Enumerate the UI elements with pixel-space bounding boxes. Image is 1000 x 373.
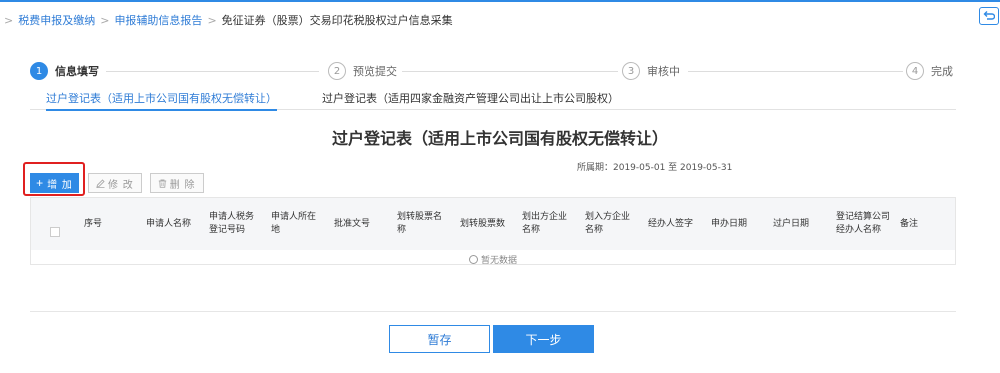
page-title: 过户登记表（适用上市公司国有股权无偿转让） — [331, 129, 668, 148]
breadcrumb: > 税费申报及缴纳 > 申报辅助信息报告 > 免征证券（股票）交易印花税股权过户… — [4, 12, 453, 28]
trash-icon — [158, 179, 166, 188]
step-number: 2 — [328, 62, 346, 80]
step-connector — [402, 71, 618, 72]
breadcrumb-separator: > — [4, 13, 14, 27]
table-header: 序号 申请人名称 申请人税务登记号码 申请人所在地 批准文号 划转股票名称 划转… — [31, 198, 955, 250]
back-button[interactable] — [979, 7, 999, 25]
empty-state: 暂无数据 — [31, 253, 955, 266]
column-header: 申请人所在地 — [271, 212, 317, 235]
progress-steps: 1 信息填写 2 预览提交 3 审核中 4 完成 — [30, 62, 954, 82]
step-number: 3 — [622, 62, 640, 80]
delete-button-label: 删 除 — [169, 179, 196, 191]
tab-state-owned-transfer[interactable]: 过户登记表（适用上市公司国有股权无偿转让） — [46, 90, 277, 111]
column-header: 申请人名称 — [146, 218, 192, 229]
empty-text: 暂无数据 — [480, 256, 517, 266]
top-accent-bar — [0, 0, 1000, 2]
plus-icon: + — [36, 176, 45, 190]
breadcrumb-separator: > — [207, 13, 217, 27]
column-header: 登记结算公司经办人名称 — [836, 212, 891, 235]
delete-button[interactable]: 删 除 — [149, 173, 204, 193]
column-header: 过户日期 — [773, 218, 810, 229]
step-number: 1 — [30, 62, 48, 80]
table-toolbar: + 增 加 修 改 删 除 — [30, 173, 204, 193]
step-label: 审核中 — [647, 65, 680, 78]
step-number: 4 — [906, 62, 924, 80]
step-label: 预览提交 — [353, 65, 397, 78]
step-complete: 4 完成 — [906, 62, 953, 80]
column-header: 划转股票名称 — [397, 212, 443, 235]
empty-face-icon — [468, 255, 478, 264]
form-tabs: 过户登记表（适用上市公司国有股权无偿转让） 过户登记表（适用四家金融资产管理公司… — [30, 90, 956, 111]
step-preview-submit: 2 预览提交 — [328, 62, 397, 80]
column-header: 划入方企业名称 — [585, 212, 631, 235]
pencil-icon — [96, 178, 105, 188]
tab-asset-management-transfer[interactable]: 过户登记表（适用四家金融资产管理公司出让上市公司股权） — [322, 90, 619, 110]
step-label: 完成 — [931, 65, 953, 78]
period-label: 所属期：2019-05-01 至 2019-05-31 — [577, 163, 733, 173]
footer-divider — [30, 311, 956, 312]
column-header: 备注 — [900, 218, 919, 229]
step-fill-info: 1 信息填写 — [30, 62, 99, 80]
step-label: 信息填写 — [55, 65, 99, 78]
column-header: 经办人签字 — [648, 218, 694, 229]
breadcrumb-current: 免征证券（股票）交易印花税股权过户信息采集 — [221, 14, 453, 27]
step-under-review: 3 审核中 — [622, 62, 680, 80]
breadcrumb-item-auxiliary-report[interactable]: 申报辅助信息报告 — [114, 12, 202, 28]
next-step-button[interactable]: 下一步 — [493, 325, 594, 353]
save-draft-button[interactable]: 暂存 — [389, 325, 490, 353]
column-header: 申办日期 — [711, 218, 748, 229]
edit-button-label: 修 改 — [108, 179, 134, 191]
edit-button[interactable]: 修 改 — [88, 173, 142, 193]
add-button-label: 增 加 — [47, 179, 73, 191]
breadcrumb-item-tax-filing[interactable]: 税费申报及缴纳 — [18, 12, 95, 28]
select-all-checkbox[interactable] — [50, 227, 60, 237]
registration-table: 序号 申请人名称 申请人税务登记号码 申请人所在地 批准文号 划转股票名称 划转… — [30, 197, 956, 266]
step-connector — [688, 71, 903, 72]
column-header: 划转股票数 — [460, 218, 506, 229]
column-header: 划出方企业名称 — [522, 212, 568, 235]
step-connector — [106, 71, 319, 72]
return-icon — [983, 11, 995, 20]
column-header: 批准文号 — [334, 218, 371, 229]
breadcrumb-separator: > — [100, 13, 110, 27]
add-button[interactable]: + 增 加 — [30, 173, 79, 193]
column-header: 申请人税务登记号码 — [209, 212, 255, 235]
column-header: 序号 — [84, 218, 103, 229]
